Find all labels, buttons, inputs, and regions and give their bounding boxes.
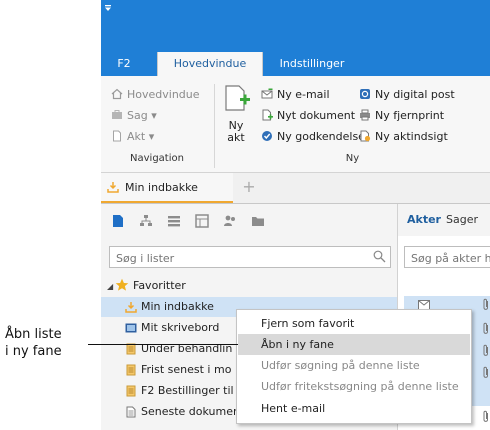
ribbon-item-label: Akt ▾	[127, 130, 155, 143]
ny-digital-post-button[interactable]: Ny digital post	[359, 86, 455, 104]
list-toolbar	[101, 204, 397, 236]
case-icon	[111, 109, 123, 121]
tab-hovedvindue[interactable]: Hovedvindue	[157, 52, 263, 76]
ribbon-item-label: Hovedvindue	[127, 88, 200, 101]
tab-f2[interactable]: F2	[107, 52, 141, 76]
tree-node-seneste-dokumenter[interactable]: Seneste dokumen	[125, 402, 240, 422]
ribbon-item-label: Ny digital post	[375, 88, 455, 101]
digital-post-icon	[359, 88, 371, 100]
ribbon-item-label: Ny godkendelse	[277, 130, 365, 143]
tree-node-label: Frist senest i mo	[141, 363, 232, 376]
ny-fjernprint-button[interactable]: Ny fjernprint	[359, 107, 444, 125]
attachment-icon	[482, 298, 490, 315]
list-search-input[interactable]	[114, 249, 368, 267]
document-icon	[111, 130, 123, 142]
akter-search-box[interactable]	[404, 246, 490, 268]
menu-item-udfoer-fritekstsoegning[interactable]: Udfør fritekstsøgning på denne liste	[238, 376, 470, 397]
print-icon	[359, 109, 371, 121]
tree-node-f2-bestillinger[interactable]: F2 Bestillinger til	[125, 381, 234, 401]
tab-akter[interactable]: Akter	[407, 213, 441, 226]
title-bar	[101, 0, 490, 52]
attachment-icon	[482, 322, 490, 339]
akter-search-input[interactable]	[409, 249, 490, 267]
tab-indstillinger[interactable]: Indstillinger	[267, 52, 357, 76]
ribbon-item-label: Ny aktindsigt	[375, 130, 448, 143]
ny-aktindsigt-button[interactable]: Ny aktindsigt	[359, 128, 448, 146]
ribbon-item-label: Ny fjernprint	[375, 109, 445, 122]
ribbon-sag-button[interactable]: Sag ▾	[111, 107, 157, 125]
document-tab-strip: Min indbakke +	[101, 173, 490, 204]
callout-annotation: Åbn liste i ny fane	[5, 326, 100, 360]
new-document-icon	[223, 84, 251, 117]
ribbon-item-label: Nyt dokument	[277, 109, 356, 122]
menu-item-udfoer-soegning[interactable]: Udfør søgning på denne liste	[238, 355, 470, 376]
file-icon[interactable]	[111, 214, 125, 228]
doc-tab-label: Min indbakke	[125, 181, 198, 194]
tree-node-label: Favoritter	[133, 279, 186, 292]
group-label-ny: Ny	[345, 153, 360, 164]
tree-node-label: F2 Bestillinger til	[141, 384, 234, 397]
tab-sager[interactable]: Sager	[446, 213, 478, 226]
callout-leader-line	[88, 344, 238, 345]
ny-akt-button[interactable]: Ny akt	[219, 80, 253, 148]
tree-node-label: Mit skrivebord	[141, 321, 220, 334]
ribbon-item-label: Sag ▾	[127, 109, 157, 122]
ny-akt-label-line2: akt	[227, 131, 245, 144]
ribbon-tab-strip: F2 Hovedvindue Indstillinger	[101, 52, 490, 76]
group-label-navigation: Navigation	[130, 153, 184, 164]
search-icon[interactable]	[373, 250, 386, 266]
attachment-icon	[482, 410, 490, 427]
new-file-icon	[261, 109, 273, 121]
list-icon[interactable]	[167, 214, 181, 228]
inbox-icon	[125, 300, 137, 313]
callout-line2: i ny fane	[5, 344, 62, 359]
desktop-icon	[125, 321, 137, 333]
hierarchy-icon[interactable]	[139, 214, 153, 228]
tree-node-frist-senest[interactable]: Frist senest i mo	[125, 360, 231, 380]
ribbon-akt-button[interactable]: Akt ▾	[111, 128, 154, 146]
tree-node-label: Min indbakke	[141, 300, 214, 313]
ny-email-button[interactable]: Ny e-mail	[261, 86, 330, 104]
context-menu: Fjern som favorit Åbn i ny fane Udfør sø…	[236, 309, 472, 424]
expand-arrow-icon[interactable]: ◢	[107, 277, 115, 297]
list-document-icon	[125, 363, 137, 376]
home-icon	[111, 88, 123, 100]
callout-line1: Åbn liste	[5, 327, 62, 342]
ribbon-hovedvindue-button[interactable]: Hovedvindue	[111, 86, 200, 104]
tree-node-under-behandling[interactable]: Under behandlin	[125, 339, 232, 359]
email-icon	[261, 88, 273, 100]
attachment-icon	[482, 344, 490, 361]
doc-tab-min-indbakke[interactable]: Min indbakke	[101, 173, 233, 203]
results-tabs: Akter Sager	[398, 204, 490, 236]
recent-document-icon	[125, 405, 137, 418]
nyt-dokument-button[interactable]: Nyt dokument	[261, 107, 355, 125]
menu-item-fjern-som-favorit[interactable]: Fjern som favorit	[238, 313, 470, 334]
ribbon: Hovedvindue Sag ▾ Akt ▾ Navigation Ny ak…	[101, 76, 490, 173]
attachment-icon	[482, 366, 490, 383]
tree-node-mit-skrivebord[interactable]: Mit skrivebord	[125, 318, 219, 338]
star-icon	[115, 278, 129, 292]
approval-icon	[261, 130, 273, 142]
access-request-icon	[359, 130, 371, 142]
list-search-box[interactable]	[109, 246, 391, 268]
dropdown-arrow-icon[interactable]	[104, 4, 112, 15]
folder-icon[interactable]	[251, 214, 265, 228]
inbox-icon	[107, 181, 119, 196]
add-tab-button[interactable]: +	[241, 179, 257, 195]
menu-item-hent-email[interactable]: Hent e-mail	[238, 398, 470, 419]
tree-node-label: Seneste dokumen	[141, 405, 240, 418]
menu-item-aabn-i-ny-fane[interactable]: Åbn i ny fane	[238, 334, 470, 355]
ribbon-item-label: Ny e-mail	[277, 88, 330, 101]
list-document-icon	[125, 384, 137, 397]
users-icon[interactable]	[223, 214, 237, 228]
grid-edit-icon[interactable]	[195, 214, 209, 228]
ny-godkendelse-button[interactable]: Ny godkendelse	[261, 128, 365, 146]
tree-node-favoritter[interactable]: ◢ Favoritter	[107, 276, 397, 296]
